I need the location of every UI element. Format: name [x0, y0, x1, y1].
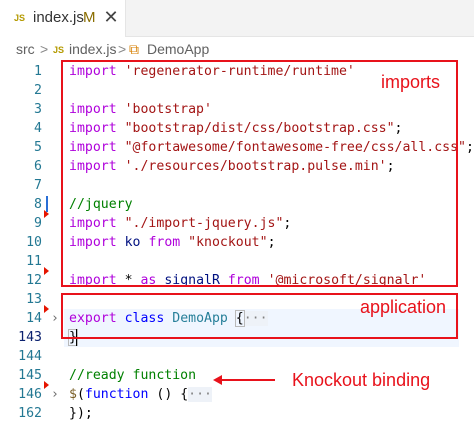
- tab-index-js[interactable]: JS index.js M ✕: [0, 0, 126, 37]
- chevron-right-icon: >: [118, 41, 127, 57]
- line-number: 12: [26, 273, 42, 288]
- code-token: ;: [466, 140, 474, 155]
- application-label: application: [360, 297, 447, 317]
- line-number: 9: [34, 216, 42, 231]
- breadcrumb-file[interactable]: index.js: [69, 41, 116, 57]
- chevron-right-icon: >: [40, 41, 49, 57]
- modified-indicator: M: [83, 9, 96, 26]
- line-number: 2: [34, 83, 42, 98]
- deleted-lines-marker-icon[interactable]: [44, 305, 49, 313]
- breadcrumb-symbol[interactable]: DemoApp: [147, 41, 209, 57]
- code-token: $: [69, 387, 77, 402]
- line-number: 13: [26, 292, 42, 307]
- modified-line-marker[interactable]: [46, 196, 48, 212]
- line-number: 7: [34, 178, 42, 193]
- imports-highlight-box: [61, 60, 458, 287]
- line-number: 10: [26, 235, 42, 250]
- code-line[interactable]: 144: [0, 347, 474, 366]
- javascript-file-icon: JS: [53, 45, 65, 55]
- knockout-binding-label: Knockout binding: [292, 370, 431, 390]
- line-number: 5: [34, 140, 42, 155]
- tab-filename: index.js: [33, 9, 84, 26]
- imports-label: imports: [381, 72, 441, 92]
- javascript-file-icon: JS: [14, 13, 26, 23]
- deleted-lines-marker-icon[interactable]: [44, 267, 49, 275]
- line-number: 11: [26, 254, 42, 269]
- editor-tab-bar: JS index.js M ✕: [0, 0, 474, 37]
- code-text: $(function () {···: [69, 385, 212, 404]
- class-symbol-icon: ⧉: [129, 41, 139, 57]
- line-number: 14: [26, 311, 42, 326]
- line-number: 8: [34, 197, 42, 212]
- breadcrumb: src > JS index.js > ⧉ DemoApp: [0, 38, 474, 62]
- line-number: 4: [34, 121, 42, 136]
- fold-chevron-icon[interactable]: ›: [51, 309, 59, 328]
- code-token: //ready function: [69, 368, 197, 383]
- code-token: function: [84, 387, 149, 402]
- code-token: (: [76, 387, 85, 402]
- code-text: //ready function: [69, 366, 196, 385]
- breadcrumb-folder[interactable]: src: [16, 41, 35, 57]
- code-token: () {: [148, 387, 189, 402]
- deleted-lines-marker-icon[interactable]: [44, 381, 49, 389]
- line-number: 146: [18, 387, 42, 402]
- code-token: ···: [188, 387, 212, 402]
- code-line[interactable]: 162});: [0, 404, 474, 423]
- code-text: });: [69, 404, 93, 423]
- close-icon[interactable]: ✕: [100, 5, 122, 29]
- line-number: 3: [34, 102, 42, 117]
- line-number: 1: [34, 64, 42, 79]
- line-number: 6: [34, 159, 42, 174]
- fold-chevron-icon[interactable]: ›: [51, 385, 59, 404]
- line-number: 162: [18, 406, 42, 421]
- line-number: 144: [18, 349, 42, 364]
- arrow-line: [220, 379, 275, 381]
- line-number: 145: [18, 368, 42, 383]
- line-number: 143: [18, 330, 42, 345]
- code-token: });: [69, 406, 93, 421]
